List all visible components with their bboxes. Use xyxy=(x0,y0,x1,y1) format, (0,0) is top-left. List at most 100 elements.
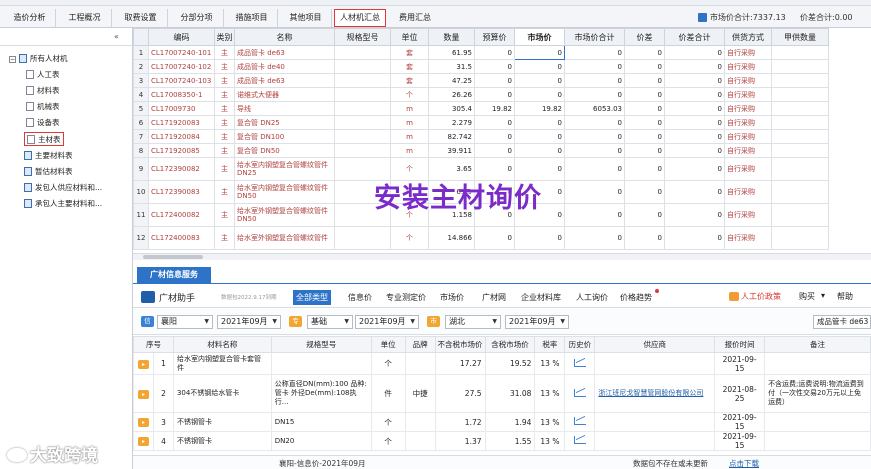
search-input[interactable]: 成品管卡 de63 xyxy=(813,315,871,329)
market-total-cell[interactable]: 0 xyxy=(564,180,625,204)
quantity-cell[interactable]: 14.866 xyxy=(428,226,475,250)
supply-method-cell[interactable]: 自行采购 xyxy=(724,45,772,60)
tree-item-labor[interactable]: 人工表 xyxy=(26,68,60,82)
table-row[interactable]: 6 CL171920083 主复合管 DN25 m 2.279 0 0 0 0 0 自行采购 xyxy=(133,115,829,130)
unit-cell[interactable]: m xyxy=(390,143,429,158)
diff-total-cell[interactable]: 0 xyxy=(664,226,725,250)
diff-cell[interactable]: 0 xyxy=(624,129,665,144)
quantity-cell[interactable]: 2.279 xyxy=(428,115,475,130)
code-cell[interactable]: CL171920085 xyxy=(148,143,215,158)
category-cell[interactable]: 主 xyxy=(214,143,235,158)
supply-method-cell[interactable]: 自行采购 xyxy=(724,73,772,88)
supplier[interactable] xyxy=(594,412,716,432)
category-cell[interactable]: 主 xyxy=(214,226,235,250)
market-total-cell[interactable]: 0 xyxy=(564,203,625,227)
unit-cell[interactable]: 套 xyxy=(390,59,429,74)
unit-cell[interactable]: 套 xyxy=(390,73,429,88)
budget-price-cell[interactable]: 0 xyxy=(474,129,515,144)
tab-fee-summary[interactable]: 费用汇总 xyxy=(390,9,440,27)
history-price-cell[interactable] xyxy=(564,374,596,413)
diff-cell[interactable]: 0 xyxy=(624,101,665,116)
period-select-3[interactable]: 2021年09月 ▼ xyxy=(505,315,569,329)
code-cell[interactable]: CL172390083 xyxy=(148,180,215,204)
spec-cell[interactable] xyxy=(334,73,391,88)
diff-total-cell[interactable]: 0 xyxy=(664,59,725,74)
horizontal-scrollbar[interactable] xyxy=(133,253,871,260)
budget-price-cell[interactable]: 0 xyxy=(474,115,515,130)
row-number[interactable]: 10 xyxy=(133,180,149,204)
nav-labor-inquiry[interactable]: 人工询价 xyxy=(573,290,611,305)
unit-cell[interactable]: m xyxy=(390,115,429,130)
download-link[interactable]: 点击下载 xyxy=(729,458,759,469)
category-cell[interactable]: 主 xyxy=(214,45,235,60)
apply-price-icon[interactable]: ▸ xyxy=(137,359,149,369)
row-number[interactable]: 6 xyxy=(133,115,149,130)
supplier[interactable] xyxy=(594,352,716,375)
unit-cell[interactable]: 个 xyxy=(390,87,429,102)
category-cell[interactable]: 主 xyxy=(214,59,235,74)
name-cell[interactable]: 成品管卡 de63 xyxy=(234,73,335,88)
market-total-cell[interactable]: 0 xyxy=(564,73,625,88)
supply-method-cell[interactable]: 自行采购 xyxy=(724,59,772,74)
col-budget-price[interactable]: 预算价 xyxy=(474,28,515,46)
category-cell[interactable]: 主 xyxy=(214,129,235,144)
tree-item-machinery[interactable]: 机械表 xyxy=(26,100,60,114)
row-action-cell[interactable]: ▸ xyxy=(133,431,154,451)
period-select-1[interactable]: 2021年09月 ▼ xyxy=(217,315,281,329)
supply-method-cell[interactable]: 自行采购 xyxy=(724,203,772,227)
apply-price-icon[interactable]: ▸ xyxy=(137,389,149,399)
diff-total-cell[interactable]: 0 xyxy=(664,129,725,144)
market-total-cell[interactable]: 6053.03 xyxy=(564,101,625,116)
tree-item-contractor-materials[interactable]: 承包人主要材料和... xyxy=(24,197,102,211)
unit-cell[interactable]: 套 xyxy=(390,45,429,60)
row-number[interactable]: 1 xyxy=(133,45,149,60)
market-price-cell[interactable]: 0 xyxy=(514,129,565,144)
buy-button[interactable]: 购买 xyxy=(799,291,815,302)
list-item[interactable]: ▸ 2 304不锈钢给水管卡 公称直径DN(mm):100 品种:管卡 外径De(mm… xyxy=(133,374,871,413)
diff-total-cell[interactable]: 0 xyxy=(664,87,725,102)
apply-price-icon[interactable]: ▸ xyxy=(137,418,149,427)
spec-cell[interactable] xyxy=(334,226,391,250)
market-total-cell[interactable]: 0 xyxy=(564,59,625,74)
unit-cell[interactable]: m xyxy=(390,101,429,116)
history-price-cell[interactable] xyxy=(564,352,596,375)
trend-chart-icon[interactable] xyxy=(573,388,586,397)
spec-cell[interactable] xyxy=(334,115,391,130)
row-number[interactable]: 5 xyxy=(133,101,149,116)
table-row[interactable]: 5 CL17009730 主导线 m 305.4 19.82 19.82 6053.03 0 0 自… xyxy=(133,101,829,116)
budget-price-cell[interactable]: 0 xyxy=(474,87,515,102)
diff-total-cell[interactable]: 0 xyxy=(664,45,725,60)
category-cell[interactable]: 主 xyxy=(214,180,235,204)
diff-total-cell[interactable]: 0 xyxy=(664,157,725,181)
owner-qty-cell[interactable] xyxy=(771,59,829,74)
owner-qty-cell[interactable] xyxy=(771,73,829,88)
nav-enterprise-library[interactable]: 企业材料库 xyxy=(518,290,564,305)
quantity-cell[interactable]: 47.25 xyxy=(428,73,475,88)
owner-qty-cell[interactable] xyxy=(771,87,829,102)
code-cell[interactable]: CL171920083 xyxy=(148,115,215,130)
nav-price-trend[interactable]: 价格趋势 xyxy=(617,290,655,305)
row-number[interactable]: 8 xyxy=(133,143,149,158)
code-cell[interactable]: CL172400083 xyxy=(148,226,215,250)
history-price-cell[interactable] xyxy=(564,412,596,432)
col-unit[interactable]: 单位 xyxy=(390,28,429,46)
tree-item-major-materials[interactable]: 主要材料表 xyxy=(24,149,73,163)
diff-cell[interactable]: 0 xyxy=(624,203,665,227)
nav-professional-price[interactable]: 专业测定价 xyxy=(383,290,429,305)
table-row[interactable]: 3 CL17007240-103 主成品管卡 de63 套 47.25 0 0 0 0 0 自行采购 xyxy=(133,73,829,88)
col-quantity[interactable]: 数量 xyxy=(428,28,475,46)
nav-gcw[interactable]: 广材网 xyxy=(479,290,509,305)
supply-method-cell[interactable]: 自行采购 xyxy=(724,87,772,102)
row-number[interactable]: 3 xyxy=(133,73,149,88)
supply-method-cell[interactable]: 自行采购 xyxy=(724,115,772,130)
budget-price-cell[interactable]: 0 xyxy=(474,143,515,158)
diff-cell[interactable]: 0 xyxy=(624,143,665,158)
row-number[interactable]: 2 xyxy=(133,59,149,74)
list-item[interactable]: ▸ 3 不锈钢管卡 DN15 个 1.72 1.94 13 % 2021-09-15 xyxy=(133,412,871,432)
name-cell[interactable]: 导线 xyxy=(234,101,335,116)
diff-cell[interactable]: 0 xyxy=(624,226,665,250)
market-price-cell[interactable]: 0 xyxy=(514,226,565,250)
owner-qty-cell[interactable] xyxy=(771,203,829,227)
diff-total-cell[interactable]: 0 xyxy=(664,143,725,158)
col-supply-method[interactable]: 供货方式 xyxy=(724,28,772,46)
